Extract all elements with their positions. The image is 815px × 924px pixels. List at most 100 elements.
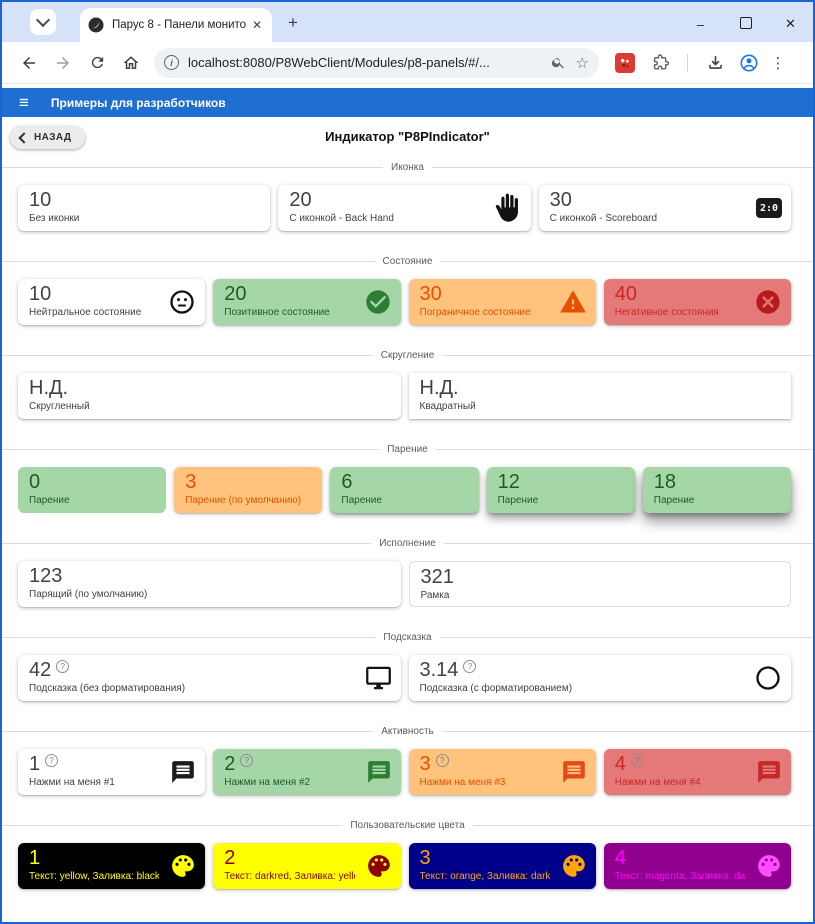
section-divider-icon: Иконка bbox=[2, 160, 813, 174]
indicator-card[interactable]: 4? Нажми на меня #4 bbox=[604, 749, 791, 795]
close-window-button[interactable]: ✕ bbox=[768, 16, 813, 32]
cancel-icon bbox=[754, 288, 782, 316]
indicator-card[interactable]: 4 Текст: magenta, Заливка: darkmage... bbox=[604, 843, 791, 889]
help-icon: ? bbox=[240, 754, 253, 767]
section-label: Парение bbox=[379, 444, 436, 455]
toolbar-right: ⋮ bbox=[643, 46, 790, 80]
section-divider-rounding: Скругление bbox=[2, 348, 813, 362]
bookmark-star-icon[interactable]: ☆ bbox=[576, 54, 589, 72]
minimize-button[interactable]: – bbox=[678, 17, 723, 32]
chevron-down-icon bbox=[36, 13, 50, 27]
section-label: Иконка bbox=[383, 162, 432, 173]
row-icons: 10 Без иконки 20 С иконкой - Back Hand 3… bbox=[18, 185, 791, 231]
indicator-card[interactable]: 0 Парение bbox=[18, 467, 166, 513]
row-variant: 123 Парящий (по умолчанию) 321 Рамка bbox=[18, 561, 791, 607]
address-bar[interactable]: i localhost:8080/P8WebClient/Modules/p8-… bbox=[154, 48, 599, 78]
indicator-card[interactable]: 18 Парение bbox=[643, 467, 791, 513]
profile-button[interactable] bbox=[732, 46, 766, 80]
puzzle-icon bbox=[651, 53, 670, 72]
downloads-button[interactable] bbox=[698, 46, 732, 80]
warning-icon bbox=[559, 288, 587, 316]
browser-toolbar: i localhost:8080/P8WebClient/Modules/p8-… bbox=[2, 42, 813, 84]
section-divider-state: Состояние bbox=[2, 254, 813, 268]
download-icon bbox=[706, 53, 725, 72]
indicator-card[interactable]: 40 Негативное состояния bbox=[604, 279, 791, 325]
section-divider-activity: Активность bbox=[2, 724, 813, 738]
reload-button[interactable] bbox=[80, 46, 114, 80]
section-label: Состояние bbox=[375, 256, 441, 267]
back-arrow-icon bbox=[20, 54, 38, 72]
tab-strip: Парус 8 - Панели мониторинг ✕ + – ✕ bbox=[2, 2, 813, 42]
help-icon: ? bbox=[631, 754, 644, 767]
message-icon bbox=[366, 759, 392, 785]
hamburger-menu-icon[interactable]: ≡ bbox=[19, 94, 29, 111]
indicator-card[interactable]: 10 Без иконки bbox=[18, 185, 270, 231]
indicator-card[interactable]: 20 С иконкой - Back Hand bbox=[278, 185, 530, 231]
indicator-card[interactable]: Н.Д. Квадратный bbox=[409, 373, 792, 419]
browser-tab[interactable]: Парус 8 - Панели мониторинг ✕ bbox=[80, 8, 272, 42]
indicator-card[interactable]: 2 Текст: darkred, Заливка: yellow bbox=[213, 843, 400, 889]
extension-red-icon[interactable] bbox=[615, 53, 635, 73]
help-icon: ? bbox=[436, 754, 449, 767]
row-rounding: Н.Д. Скругленный Н.Д. Квадратный bbox=[18, 373, 791, 419]
url-text[interactable]: localhost:8080/P8WebClient/Modules/p8-pa… bbox=[188, 55, 541, 70]
section-divider-tooltip: Подсказка bbox=[2, 630, 813, 644]
parus-favicon-icon bbox=[88, 17, 104, 33]
indicator-card[interactable]: 3 Текст: orange, Заливка: darkblue bbox=[409, 843, 596, 889]
indicator-card[interactable]: 1 Текст: yellow, Заливка: black bbox=[18, 843, 205, 889]
row-states: 10 Нейтральное состояние 20 Позитивное с… bbox=[18, 279, 791, 325]
indicator-card[interactable]: 3.14? Подсказка (с форматированием) bbox=[409, 655, 792, 701]
page-content: НАЗАД Индикатор "P8PIndicator" Иконка 10… bbox=[2, 117, 813, 889]
page-title: Индикатор "P8PIndicator" bbox=[2, 129, 813, 144]
back-button[interactable] bbox=[12, 46, 46, 80]
message-icon bbox=[756, 759, 782, 785]
check-circle-icon bbox=[364, 288, 392, 316]
app-title: Примеры для разработчиков bbox=[51, 96, 226, 110]
toolbar-separator bbox=[687, 54, 688, 72]
indicator-card[interactable]: 321 Рамка bbox=[409, 561, 792, 607]
row-custom-colors: 1 Текст: yellow, Заливка: black 2 Текст:… bbox=[18, 843, 791, 889]
indicator-card[interactable]: 30 С иконкой - Scoreboard 2:0 bbox=[539, 185, 791, 231]
help-icon: ? bbox=[463, 660, 476, 673]
section-label: Пользовательские цвета bbox=[342, 820, 472, 831]
chrome-menu-button[interactable]: ⋮ bbox=[766, 54, 790, 72]
indicator-card[interactable]: 20 Позитивное состояние bbox=[213, 279, 400, 325]
circle-icon bbox=[754, 664, 782, 692]
row-activity: 1? Нажми на меня #1 2? Нажми на меня #2 … bbox=[18, 749, 791, 795]
indicator-card[interactable]: 3? Нажми на меня #3 bbox=[409, 749, 596, 795]
section-label: Исполнение bbox=[371, 538, 444, 549]
indicator-card[interactable]: 42? Подсказка (без форматирования) bbox=[18, 655, 401, 701]
tab-close-icon[interactable]: ✕ bbox=[250, 18, 264, 32]
forward-arrow-icon bbox=[54, 54, 72, 72]
indicator-card[interactable]: 123 Парящий (по умолчанию) bbox=[18, 561, 401, 607]
indicator-card[interactable]: 2? Нажми на меня #2 bbox=[213, 749, 400, 795]
extensions-button[interactable] bbox=[643, 46, 677, 80]
message-icon bbox=[170, 759, 196, 785]
zoom-icon[interactable] bbox=[551, 55, 566, 70]
row-tooltip: 42? Подсказка (без форматирования) 3.14?… bbox=[18, 655, 791, 701]
indicator-card[interactable]: Н.Д. Скругленный bbox=[18, 373, 401, 419]
section-label: Активность bbox=[373, 726, 442, 737]
app-bar: ≡ Примеры для разработчиков bbox=[2, 88, 813, 117]
indicator-card[interactable]: 6 Парение bbox=[330, 467, 478, 513]
maximize-button[interactable] bbox=[723, 17, 768, 32]
indicator-card[interactable]: 12 Парение bbox=[487, 467, 635, 513]
site-info-icon[interactable]: i bbox=[164, 55, 179, 70]
tab-search-button[interactable] bbox=[30, 9, 56, 35]
section-divider-elevation: Парение bbox=[2, 442, 813, 456]
indicator-card[interactable]: 10 Нейтральное состояние bbox=[18, 279, 205, 325]
back-hand-icon bbox=[492, 193, 522, 223]
reload-icon bbox=[89, 54, 106, 71]
indicator-card[interactable]: 1? Нажми на меня #1 bbox=[18, 749, 205, 795]
indicator-card[interactable]: 3 Парение (по умолчанию) bbox=[174, 467, 322, 513]
home-button[interactable] bbox=[114, 46, 148, 80]
forward-button[interactable] bbox=[46, 46, 80, 80]
scoreboard-icon: 2:0 bbox=[756, 198, 782, 218]
palette-icon bbox=[561, 853, 587, 879]
palette-icon bbox=[366, 853, 392, 879]
indicator-card[interactable]: 30 Пограничное состояние bbox=[409, 279, 596, 325]
new-tab-button[interactable]: + bbox=[288, 13, 298, 33]
tab-title: Парус 8 - Панели мониторинг bbox=[112, 19, 246, 31]
section-label: Подсказка bbox=[375, 632, 439, 643]
section-label: Скругление bbox=[373, 350, 443, 361]
